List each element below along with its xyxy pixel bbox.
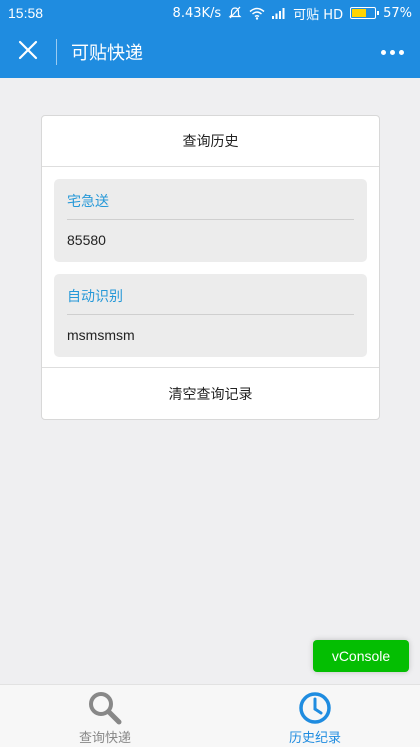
more-icon-dot [398, 49, 404, 55]
nav-divider [56, 39, 57, 65]
clock-icon [297, 690, 333, 726]
more-icon-dot [389, 49, 395, 55]
vconsole-button[interactable]: vConsole [313, 640, 409, 672]
tab-query-express[interactable]: 查询快递 [0, 685, 210, 747]
more-icon-dot [380, 49, 386, 55]
status-indicators: 8.43K/s 可贴 HD 57% [173, 4, 412, 23]
tab-bar: 查询快递 历史纪录 [0, 684, 420, 747]
history-card: 查询历史 宅急送 85580 自动识别 msmsmsm 清空查询记录 [41, 115, 380, 420]
entry-divider [67, 219, 354, 220]
close-icon [18, 40, 38, 64]
battery-percent: 57% [383, 5, 412, 21]
tab-label: 历史纪录 [288, 731, 341, 746]
entry-company: 宅急送 [67, 194, 109, 210]
tab-history[interactable]: 历史纪录 [210, 685, 420, 747]
more-button[interactable] [364, 26, 420, 78]
history-header: 查询历史 [42, 116, 379, 167]
page-title: 可贴快递 [71, 43, 143, 64]
carrier-label: 可贴 HD [293, 7, 344, 23]
status-time: 15:58 [8, 5, 44, 21]
entry-company: 自动识别 [67, 289, 123, 305]
battery-fill [352, 9, 366, 17]
wifi-icon [249, 7, 265, 20]
network-speed: 8.43K/s [172, 5, 222, 21]
status-bar: 15:58 8.43K/s 可贴 HD 57% [0, 0, 420, 26]
mute-icon [228, 6, 242, 20]
entry-tracking-number: 85580 [67, 232, 106, 248]
clear-history-button[interactable]: 清空查询记录 [42, 367, 379, 419]
tab-label: 查询快递 [78, 731, 131, 746]
search-icon [87, 690, 123, 726]
battery-icon [350, 7, 380, 19]
entry-tracking-number: msmsmsm [67, 327, 135, 343]
entry-divider [67, 314, 354, 315]
signal-icon [272, 7, 286, 19]
history-entry[interactable]: 自动识别 msmsmsm [54, 274, 367, 357]
history-entry[interactable]: 宅急送 85580 [54, 179, 367, 262]
close-button[interactable] [0, 26, 56, 78]
nav-bar: 可贴快递 [0, 26, 420, 78]
